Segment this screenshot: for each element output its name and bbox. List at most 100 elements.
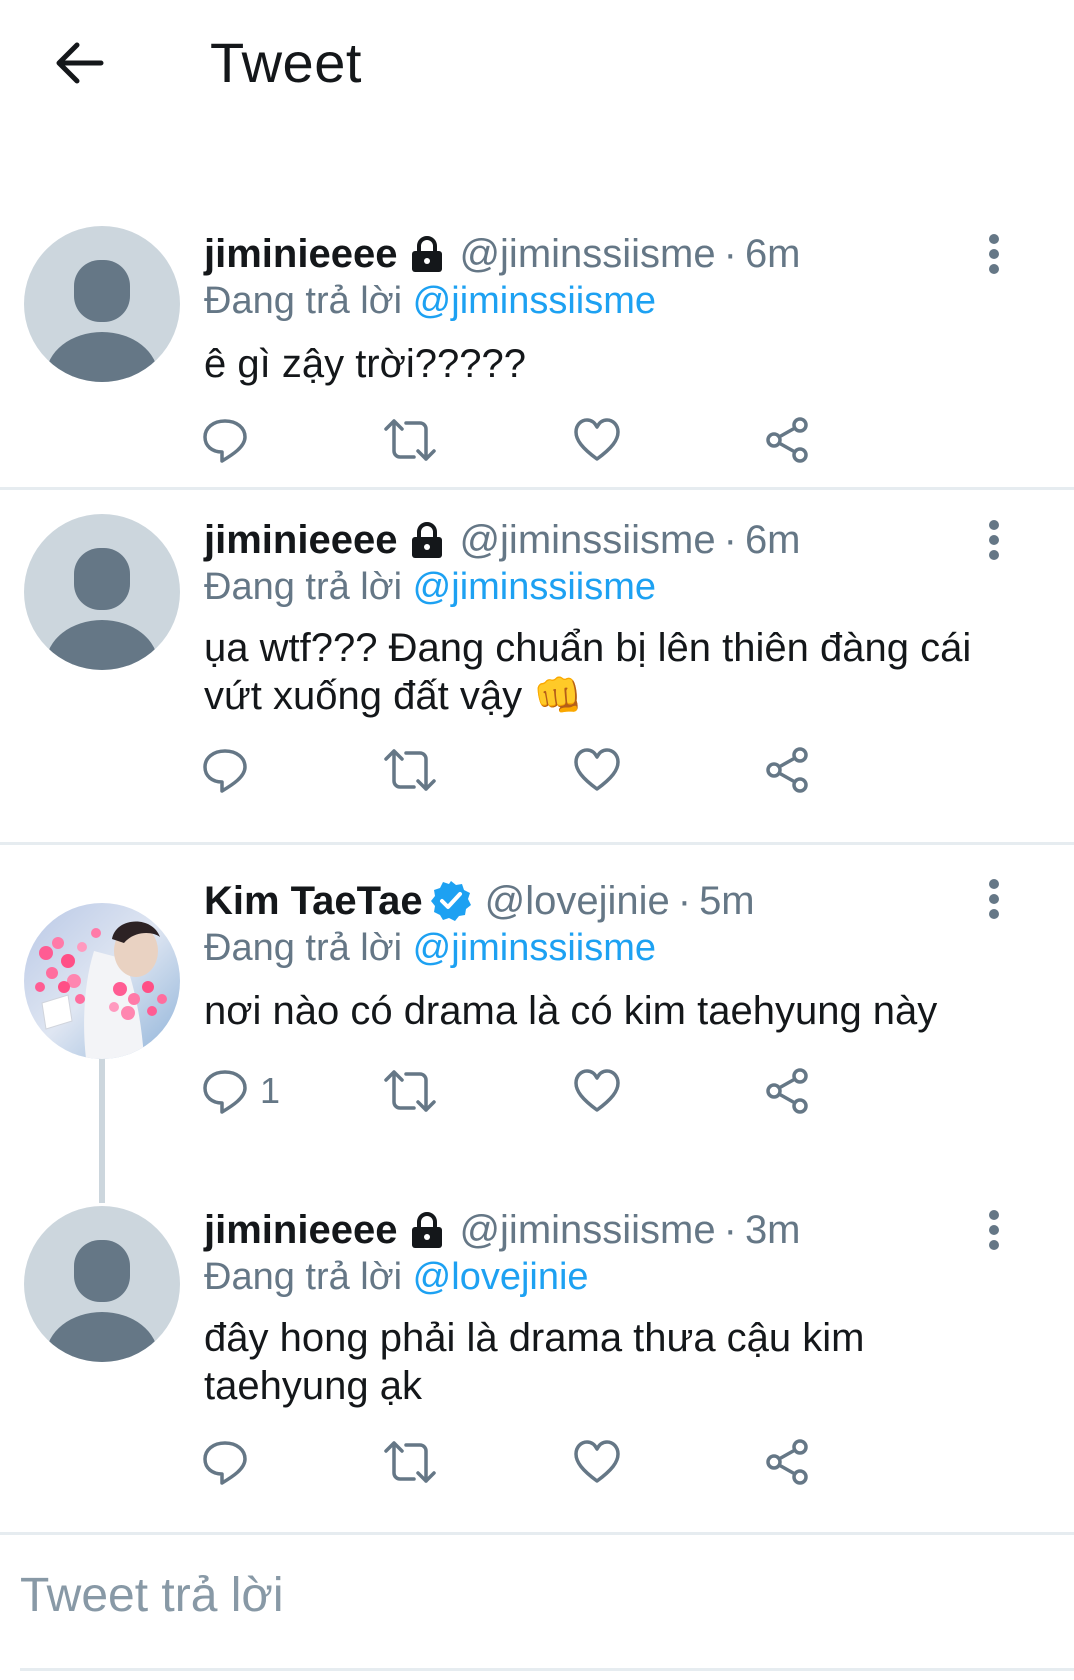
separator-dot: · bbox=[723, 517, 737, 562]
tweet-text-line: taehyung ạk bbox=[204, 1364, 422, 1408]
reply-button[interactable] bbox=[200, 410, 260, 470]
lock-icon bbox=[407, 234, 447, 274]
default-avatar-icon bbox=[24, 1206, 180, 1362]
verified-badge-icon bbox=[429, 879, 473, 923]
retweet-icon bbox=[384, 1070, 436, 1112]
user-handle[interactable]: @jiminssiisme bbox=[459, 232, 715, 277]
share-button[interactable] bbox=[762, 410, 812, 470]
avatar[interactable] bbox=[24, 1206, 180, 1362]
replying-to: Đang trả lời @jiminssiisme bbox=[204, 280, 656, 323]
like-button[interactable] bbox=[572, 1061, 622, 1121]
like-icon bbox=[574, 1069, 620, 1112]
like-button[interactable] bbox=[572, 410, 622, 470]
reply-count: 1 bbox=[260, 1070, 281, 1111]
share-icon bbox=[766, 417, 808, 463]
reply-composer bbox=[0, 1535, 1074, 1680]
tweet-text: ụa wtf??? Đang chuẩn bị lên thiên đàng c… bbox=[204, 624, 1024, 720]
default-avatar-icon bbox=[24, 226, 180, 382]
top-app-bar: Tweet bbox=[0, 0, 1074, 200]
replying-mention[interactable]: @lovejinie bbox=[413, 1256, 589, 1298]
share-icon bbox=[766, 1068, 808, 1114]
reply-button[interactable] bbox=[200, 740, 260, 800]
tweet-actions bbox=[203, 410, 904, 470]
share-button[interactable] bbox=[762, 1061, 812, 1121]
like-icon bbox=[574, 418, 620, 461]
display-name[interactable]: jiminieeee bbox=[204, 518, 397, 563]
tweet-meta: jiminieeee @jiminssiisme · 3m bbox=[204, 1202, 801, 1258]
reply-icon bbox=[203, 749, 247, 793]
retweet-button[interactable] bbox=[382, 1061, 438, 1121]
tweet-text: nơi nào có drama là có kim taehyung này bbox=[204, 989, 938, 1033]
replying-label: Đang trả lời bbox=[204, 1256, 403, 1298]
share-button[interactable] bbox=[762, 1432, 812, 1492]
like-button[interactable] bbox=[572, 740, 622, 800]
page-title: Tweet bbox=[210, 31, 362, 94]
tweet-text: ê gì zậy trời????? bbox=[204, 342, 526, 386]
back-button[interactable] bbox=[44, 28, 114, 98]
retweet-icon bbox=[384, 1441, 436, 1483]
like-icon bbox=[574, 1440, 620, 1483]
profile-photo bbox=[24, 903, 180, 1059]
separator-dot: · bbox=[723, 231, 737, 276]
more-vertical-icon bbox=[989, 1210, 999, 1250]
replying-to: Đang trả lời @lovejinie bbox=[204, 1256, 589, 1299]
display-name[interactable]: jiminieeee bbox=[204, 232, 397, 277]
retweet-icon bbox=[384, 419, 436, 461]
replying-label: Đang trả lời bbox=[204, 927, 403, 969]
tweet-1[interactable]: jiminieeee @jiminssiisme · 6m Đang trả l… bbox=[0, 200, 1074, 490]
replying-mention[interactable]: @jiminssiisme bbox=[413, 280, 656, 322]
user-handle[interactable]: @lovejinie bbox=[485, 879, 670, 924]
replying-label: Đang trả lời bbox=[204, 280, 403, 322]
default-avatar-icon bbox=[24, 514, 180, 670]
reply-input[interactable] bbox=[20, 1555, 1060, 1635]
replying-to: Đang trả lời @jiminssiisme bbox=[204, 566, 656, 609]
tweet-text-line: đây hong phải là drama thưa cậu kim bbox=[204, 1316, 865, 1360]
share-button[interactable] bbox=[762, 740, 812, 800]
tweet-3[interactable]: Kim TaeTae @lovejinie · 5m Đang trả lời … bbox=[0, 845, 1074, 1200]
retweet-button[interactable] bbox=[382, 410, 438, 470]
separator-dot: · bbox=[677, 878, 692, 923]
replying-mention[interactable]: @jiminssiisme bbox=[413, 566, 656, 608]
reply-input-underline bbox=[20, 1668, 1074, 1671]
separator-dot: · bbox=[723, 1207, 737, 1252]
tweet-4[interactable]: jiminieeee @jiminssiisme · 3m Đang trả l… bbox=[0, 1200, 1074, 1535]
more-options-button[interactable] bbox=[970, 869, 1018, 929]
timestamp: 6m bbox=[744, 231, 801, 276]
more-vertical-icon bbox=[989, 520, 999, 560]
more-vertical-icon bbox=[989, 234, 999, 274]
avatar[interactable] bbox=[24, 514, 180, 670]
like-icon bbox=[574, 748, 620, 791]
retweet-icon bbox=[384, 749, 436, 791]
timestamp: 6m bbox=[744, 517, 801, 562]
tweet-actions bbox=[203, 740, 904, 800]
reply-button[interactable]: 1 bbox=[200, 1061, 280, 1121]
lock-icon bbox=[407, 1210, 447, 1250]
more-options-button[interactable] bbox=[970, 1200, 1018, 1260]
tweet-actions: 1 bbox=[203, 1061, 904, 1121]
tweet-meta: jiminieeee @jiminssiisme · 6m bbox=[204, 226, 801, 282]
tweet-text-line: ụa wtf??? Đang chuẩn bị lên thiên đàng c… bbox=[204, 626, 972, 670]
display-name[interactable]: jiminieeee bbox=[204, 1208, 397, 1253]
more-options-button[interactable] bbox=[970, 510, 1018, 570]
reply-icon bbox=[203, 419, 247, 463]
tweet-2[interactable]: jiminieeee @jiminssiisme · 6m Đang trả l… bbox=[0, 490, 1074, 845]
display-name[interactable]: Kim TaeTae bbox=[204, 879, 423, 924]
avatar[interactable] bbox=[24, 903, 180, 1059]
avatar[interactable] bbox=[24, 226, 180, 382]
like-button[interactable] bbox=[572, 1432, 622, 1492]
retweet-button[interactable] bbox=[382, 740, 438, 800]
tweet-actions bbox=[203, 1432, 904, 1492]
share-icon bbox=[766, 1439, 808, 1485]
user-handle[interactable]: @jiminssiisme bbox=[459, 1208, 715, 1253]
tweet-text: đây hong phải là drama thưa cậu kim taeh… bbox=[204, 1314, 1024, 1410]
reply-button[interactable] bbox=[200, 1432, 260, 1492]
retweet-button[interactable] bbox=[382, 1432, 438, 1492]
back-arrow-icon bbox=[56, 42, 104, 84]
replying-mention[interactable]: @jiminssiisme bbox=[413, 927, 656, 969]
user-handle[interactable]: @jiminssiisme bbox=[459, 518, 715, 563]
more-options-button[interactable] bbox=[970, 224, 1018, 284]
reply-icon bbox=[203, 1441, 247, 1485]
share-icon bbox=[766, 747, 808, 793]
lock-icon bbox=[407, 520, 447, 560]
replying-to: Đang trả lời @jiminssiisme bbox=[204, 927, 656, 970]
